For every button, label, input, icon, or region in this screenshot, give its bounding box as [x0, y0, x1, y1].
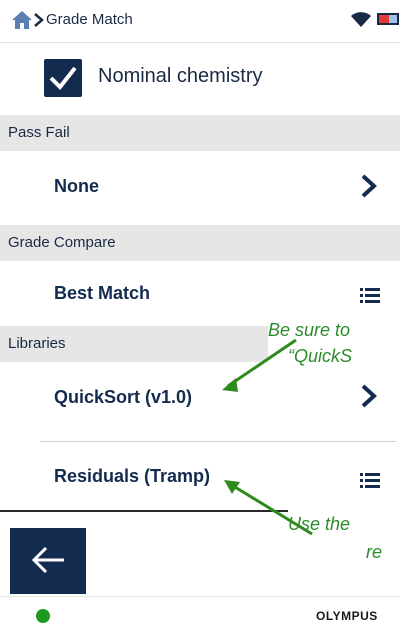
- status-indicator: [36, 609, 50, 623]
- callout-text: Be sure to: [268, 320, 351, 340]
- section-title: Libraries: [8, 335, 66, 352]
- chevron-right-icon[interactable]: [360, 174, 378, 198]
- list-icon[interactable]: [360, 287, 380, 303]
- status-bar: Grade Match: [0, 0, 400, 43]
- library-item-label: QuickSort (v1.0): [54, 387, 193, 407]
- brand-logo: OLYMPUS: [316, 609, 378, 623]
- checkmark-icon: [49, 66, 77, 91]
- footer: OLYMPUS: [0, 596, 400, 632]
- wifi-icon: [351, 12, 371, 27]
- section-title: Grade Compare: [8, 234, 116, 251]
- callout-text: “QuickS: [288, 346, 353, 366]
- annotation-callout-quicksort: Be sure to “QuickS: [268, 318, 400, 370]
- section-header-grade-compare: Grade Compare: [0, 225, 400, 261]
- battery-icon: [377, 13, 399, 25]
- back-arrow-icon: [31, 546, 64, 574]
- chevron-right-icon: [34, 13, 44, 27]
- pass-fail-row[interactable]: None: [0, 151, 400, 221]
- back-button[interactable]: [10, 528, 86, 594]
- annotation-callout-residuals: Use the re: [288, 494, 400, 580]
- chevron-right-icon[interactable]: [360, 384, 378, 408]
- home-icon[interactable]: [10, 9, 34, 31]
- section-header-pass-fail: Pass Fail: [0, 115, 400, 151]
- callout-text: Use the: [288, 514, 351, 534]
- pass-fail-value: None: [54, 176, 99, 196]
- callout-text: re: [366, 542, 383, 562]
- nominal-chemistry-checkbox[interactable]: [44, 59, 82, 97]
- nominal-chemistry-row[interactable]: Nominal chemistry: [0, 43, 400, 115]
- breadcrumb-label[interactable]: Grade Match: [46, 11, 133, 28]
- grade-compare-value: Best Match: [54, 283, 151, 303]
- grade-match-screen: Grade Match Nominal chemistry Pass Fail …: [0, 0, 400, 632]
- library-item-label: Residuals (Tramp): [54, 466, 211, 486]
- list-icon[interactable]: [360, 472, 380, 488]
- section-title: Pass Fail: [8, 124, 70, 141]
- library-row-quicksort[interactable]: QuickSort (v1.0): [0, 362, 400, 440]
- nominal-chemistry-label: Nominal chemistry: [98, 65, 263, 87]
